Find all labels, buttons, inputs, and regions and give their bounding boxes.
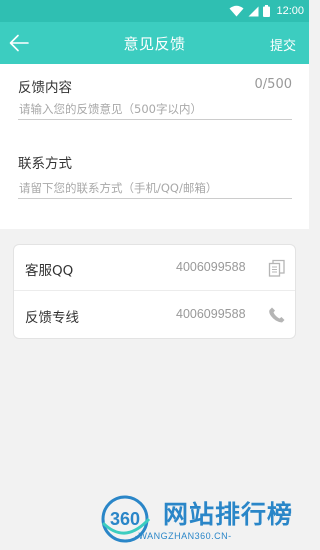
feedback-label: 反馈内容 (18, 80, 72, 96)
contact-hotline-label: 反馈专线 (25, 310, 79, 326)
status-time: 12:00 (276, 5, 304, 17)
signal-icon (248, 6, 259, 16)
contact-row-hotline[interactable]: 反馈专线 4006099588 (14, 292, 295, 338)
page-title: 意见反馈 (123, 35, 186, 53)
copy-icon[interactable] (268, 259, 286, 277)
battery-icon (263, 5, 271, 17)
watermark-subtitle: -WANGZHAN360.CN- (135, 531, 232, 541)
app-bar: 意见反馈 提交 (0, 22, 309, 64)
submit-button[interactable]: 提交 (270, 35, 296, 54)
contact-qq-label: 客服QQ (25, 263, 74, 279)
watermark: 360 网站排行榜 -WANGZHAN360.CN- (95, 493, 309, 550)
contact-input[interactable] (18, 177, 292, 199)
feedback-form: 反馈内容 0/500 联系方式 (0, 64, 309, 229)
contact-hotline-value: 4006099588 (176, 307, 246, 321)
watermark-logo-text: 360 (110, 509, 140, 529)
wifi-icon (229, 5, 244, 17)
contact-qq-value: 4006099588 (176, 260, 246, 274)
feedback-input[interactable] (18, 98, 292, 120)
watermark-title: 网站排行榜 (163, 500, 294, 529)
phone-icon[interactable] (268, 306, 286, 324)
contact-info-card: 客服QQ 4006099588 反馈专线 4006099588 (13, 244, 296, 339)
status-bar: 12:00 (0, 0, 309, 22)
contact-row-qq[interactable]: 客服QQ 4006099588 (14, 245, 295, 291)
char-counter: 0/500 (254, 77, 292, 92)
contact-label: 联系方式 (18, 156, 72, 172)
